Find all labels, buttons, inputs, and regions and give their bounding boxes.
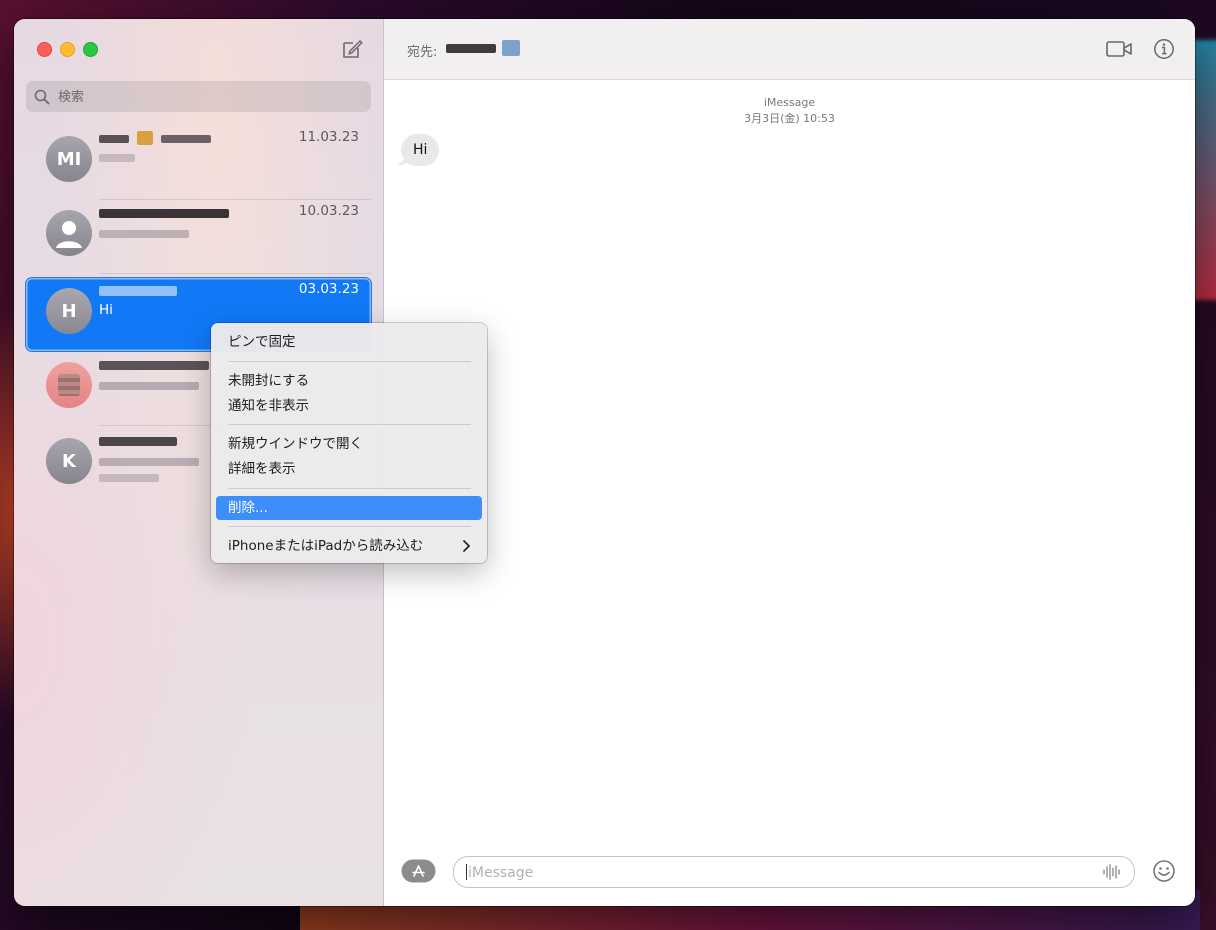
chevron-right-icon [463, 540, 470, 552]
menu-item-show-details[interactable]: 詳細を表示 [216, 457, 482, 481]
avatar: K [46, 438, 92, 484]
message-preview: Hi [99, 302, 113, 318]
menu-item-hide-alerts[interactable]: 通知を非表示 [216, 394, 482, 418]
menu-item-import-from-device[interactable]: iPhoneまたはiPadから読み込む [216, 534, 482, 558]
menu-separator [228, 526, 471, 527]
avatar: MI [46, 136, 92, 182]
to-label: 宛先: [407, 45, 438, 60]
menu-item-mark-unread[interactable]: 未開封にする [216, 369, 482, 393]
menu-separator [228, 424, 471, 425]
info-icon[interactable] [1153, 38, 1175, 60]
menu-separator [228, 361, 471, 362]
avatar [46, 362, 92, 408]
menu-separator [228, 488, 471, 489]
received-message-bubble[interactable]: Hi [401, 134, 440, 166]
conversation-header: 宛先: [384, 19, 1195, 80]
menu-item-label: iPhoneまたはiPadから読み込む [228, 538, 424, 554]
menu-item-open-new-window[interactable]: 新規ウインドウで開く [216, 432, 482, 456]
conversation-date: 03.03.23 [298, 281, 359, 297]
minimize-button[interactable] [60, 42, 75, 57]
message-timestamp: 3月3日(金) 10:53 [744, 112, 835, 125]
search-field[interactable] [26, 81, 371, 112]
recipient-redacted[interactable] [446, 40, 526, 56]
contact-name-redacted [99, 131, 259, 145]
person-icon [56, 221, 82, 248]
compose-icon[interactable] [341, 38, 363, 60]
messages-window: MI 11.03.23 10.03.23 [14, 19, 1195, 906]
video-call-icon[interactable] [1106, 39, 1132, 59]
app-store-icon[interactable] [401, 859, 436, 883]
conversation-item[interactable]: MI 11.03.23 [26, 126, 371, 200]
message-input[interactable] [466, 861, 1090, 885]
search-input[interactable] [56, 86, 360, 109]
context-menu: ピンで固定 未開封にする 通知を非表示 新規ウインドウで開く 詳細を表示 削除.… [211, 323, 487, 563]
close-button[interactable] [37, 42, 52, 57]
conversation-pane: 宛先: iMessage 3月3日(金) 10:53 Hi [384, 19, 1195, 906]
audio-message-icon[interactable] [1102, 864, 1122, 880]
search-icon [34, 89, 50, 105]
avatar [46, 210, 92, 256]
zoom-button[interactable] [83, 42, 98, 57]
conversation-date: 10.03.23 [298, 203, 359, 219]
service-label: iMessage [763, 96, 816, 109]
message-field[interactable] [453, 856, 1135, 888]
menu-item-delete[interactable]: 削除... [216, 496, 482, 520]
menu-item-pin[interactable]: ピンで固定 [216, 330, 482, 354]
contact-name-redacted [99, 283, 259, 297]
conversation-item[interactable]: 10.03.23 [26, 200, 371, 274]
contact-name-redacted [99, 205, 259, 219]
divider [99, 273, 371, 274]
emoji-icon[interactable] [1152, 859, 1176, 883]
conversation-date: 11.03.23 [298, 129, 359, 145]
avatar: H [46, 288, 92, 334]
